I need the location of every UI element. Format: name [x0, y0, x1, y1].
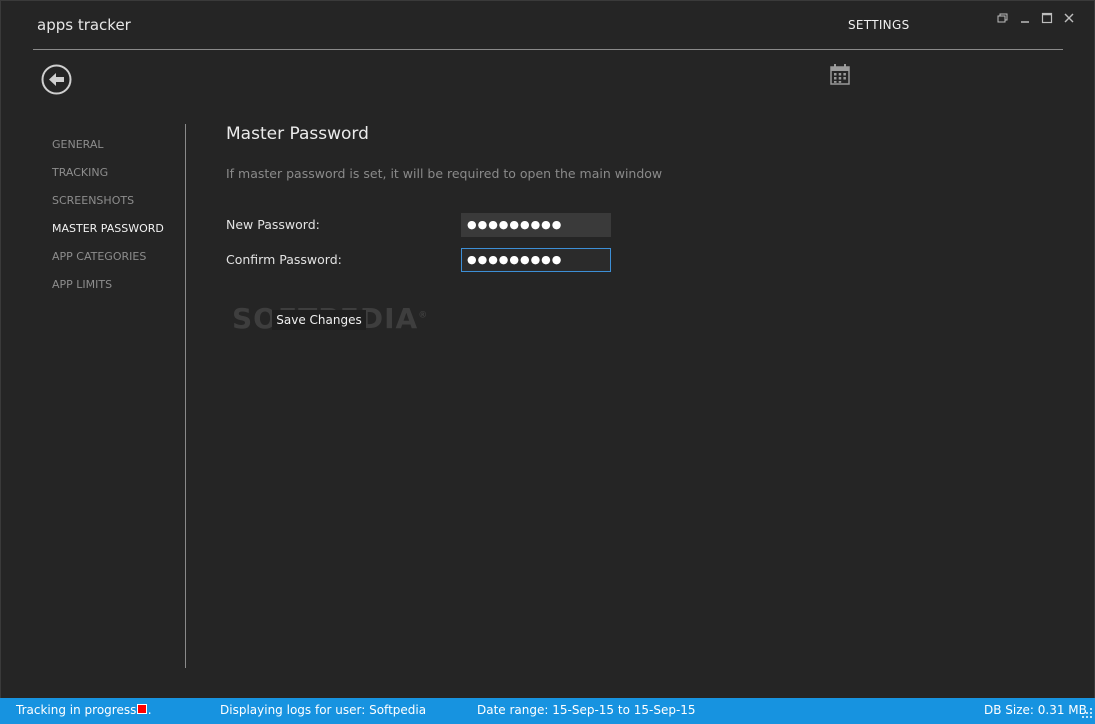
sidebar-item-general[interactable]: GENERAL [52, 137, 164, 165]
sidebar-divider [185, 124, 186, 668]
new-password-label: New Password: [226, 217, 320, 232]
sidebar-item-app-limits[interactable]: APP LIMITS [52, 277, 164, 305]
section-title: Master Password [226, 124, 369, 144]
maximize-icon[interactable] [1040, 11, 1054, 25]
status-bar: Tracking in progress ... Displaying logs… [0, 698, 1095, 724]
tracking-status: Tracking in progress ... [16, 703, 152, 717]
user-status: Displaying logs for user: Softpedia [220, 703, 427, 717]
db-size-status: DB Size: 0.31 MB [984, 703, 1087, 717]
stop-tracking-icon[interactable] [137, 704, 147, 714]
app-title: apps tracker [37, 16, 131, 34]
sidebar-item-master-password[interactable]: MASTER PASSWORD [52, 221, 164, 249]
sidebar-item-tracking[interactable]: TRACKING [52, 165, 164, 193]
save-changes-button[interactable]: Save Changes [272, 310, 366, 330]
sidebar-item-screenshots[interactable]: SCREENSHOTS [52, 193, 164, 221]
calendar-icon[interactable] [830, 64, 850, 85]
minimize-icon[interactable] [1018, 11, 1032, 25]
settings-sidebar: GENERAL TRACKING SCREENSHOTS MASTER PASS… [52, 137, 164, 305]
close-icon[interactable] [1062, 11, 1076, 25]
restore-icon[interactable] [996, 11, 1010, 25]
sidebar-item-app-categories[interactable]: APP CATEGORIES [52, 249, 164, 277]
section-description: If master password is set, it will be re… [226, 166, 663, 181]
confirm-password-label: Confirm Password: [226, 252, 342, 267]
date-range-status: Date range: 15-Sep-15 to 15-Sep-15 [477, 703, 696, 717]
new-password-field[interactable]: ●●●●●●●●● [461, 213, 611, 237]
window-controls [996, 11, 1076, 25]
back-arrow-icon[interactable] [41, 64, 72, 95]
page-title: SETTINGS [848, 18, 910, 32]
header-divider [33, 49, 1063, 50]
confirm-password-field[interactable]: ●●●●●●●●● [461, 248, 611, 272]
app-window: apps tracker SETTINGS GENERAL TRACKING S… [0, 0, 1095, 699]
resize-grip-icon[interactable] [1081, 707, 1093, 722]
